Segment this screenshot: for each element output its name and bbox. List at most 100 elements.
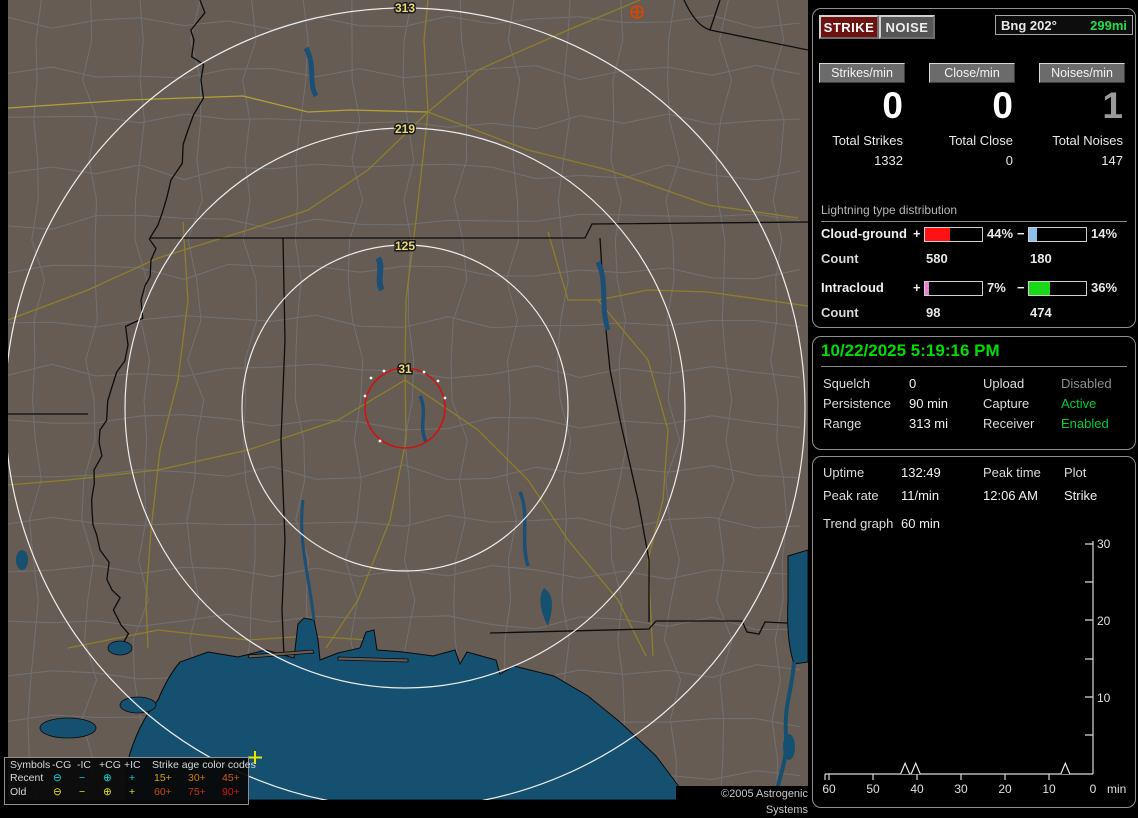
ic-minus-pct: 36% xyxy=(1091,280,1118,295)
copyright-text: ©2005 Astrogenic Systems xyxy=(676,786,811,816)
receiver-label: Receiver xyxy=(983,416,1035,431)
trend-peaks xyxy=(900,761,1071,775)
cg-minus-bar xyxy=(1028,227,1087,242)
ring-label-219: 219 xyxy=(395,122,415,136)
neg-ic-old-icon: − xyxy=(79,786,86,798)
persistence-value: 90 min xyxy=(909,396,949,411)
upload-label: Upload xyxy=(983,376,1025,391)
total-noises-label: Total Noises xyxy=(1052,133,1123,148)
noises-per-min-value: 1 xyxy=(1102,85,1123,126)
strikes-per-min-button[interactable]: Strikes/min xyxy=(819,63,905,83)
strike-mode-button[interactable]: STRIKE xyxy=(819,15,879,39)
xtick-30: 30 xyxy=(954,782,968,796)
capture-status: Active xyxy=(1061,396,1097,411)
range-label: Range xyxy=(823,416,862,431)
strikes-per-min-value: 0 xyxy=(882,85,903,126)
total-close-value: 0 xyxy=(1005,153,1013,168)
neg-ic-recent-icon: − xyxy=(79,772,86,784)
plus-sign: + xyxy=(913,226,921,241)
bearing-readout: Bng 202° 299mi xyxy=(995,15,1133,35)
intracloud-label: Intracloud xyxy=(821,280,884,295)
age-90: 90+ xyxy=(222,786,240,798)
ring-label-31: 31 xyxy=(398,362,412,376)
bearing-value: Bng 202° xyxy=(1001,17,1057,33)
capture-label: Capture xyxy=(983,396,1030,411)
age-75: 75+ xyxy=(188,786,206,798)
pos-ic-old-icon: + xyxy=(129,786,136,798)
ytick-30: 30 xyxy=(1097,537,1111,551)
ic-minus-bar xyxy=(1028,281,1087,296)
bearing-distance: 299mi xyxy=(1090,17,1127,33)
map-legend: Symbols -CG -IC +CG +IC Strike age color… xyxy=(4,757,256,805)
noise-mode-button[interactable]: NOISE xyxy=(879,15,935,39)
close-per-min-value: 0 xyxy=(992,85,1013,126)
total-strikes-label: Total Strikes xyxy=(832,133,903,148)
datetime-display: 10/22/2025 5:19:16 PM xyxy=(821,341,1127,367)
squelch-label: Squelch xyxy=(823,376,870,391)
total-close-label: Total Close xyxy=(948,133,1013,148)
distribution-title: Lightning type distribution xyxy=(821,203,1127,222)
cg-plus-pct: 44% xyxy=(987,226,1014,241)
upload-status: Disabled xyxy=(1061,376,1112,391)
strike-symbol-cg-old xyxy=(630,5,644,19)
legend-age-header: Strike age color codes xyxy=(152,759,256,771)
ring-label-125: 125 xyxy=(395,239,415,253)
total-noises-value: 147 xyxy=(1101,153,1123,168)
age-45: 45+ xyxy=(222,772,240,784)
map-canvas[interactable]: 313 219 125 31 xyxy=(8,0,808,800)
legend-col-neg-ic: -IC xyxy=(77,759,91,771)
xtick-20: 20 xyxy=(998,782,1012,796)
ic-minus-count: 474 xyxy=(1030,305,1052,320)
close-per-min-button[interactable]: Close/min xyxy=(929,63,1015,83)
cloud-ground-label: Cloud-ground xyxy=(821,226,907,241)
trend-axes xyxy=(824,541,1094,780)
legend-col-neg-cg: -CG xyxy=(52,759,72,771)
cg-minus-pct: 14% xyxy=(1091,226,1118,241)
xtick-40: 40 xyxy=(910,782,924,796)
legend-symbols-header: Symbols xyxy=(10,759,51,771)
age-30: 30+ xyxy=(188,772,206,784)
ic-count-label: Count xyxy=(821,305,859,320)
legend-col-pos-ic: +IC xyxy=(124,759,141,771)
cg-plus-bar xyxy=(924,227,983,242)
persistence-label: Persistence xyxy=(823,396,891,411)
cg-count-label: Count xyxy=(821,251,859,266)
trend-panel: Uptime 132:49 Peak time Plot Peak rate 1… xyxy=(812,456,1136,808)
age-60: 60+ xyxy=(154,786,172,798)
pos-ic-recent-icon: + xyxy=(129,772,136,784)
pos-cg-old-icon: ⊕ xyxy=(103,786,112,798)
minus-sign: − xyxy=(1017,280,1025,295)
cg-plus-count: 580 xyxy=(926,251,948,266)
range-value: 313 mi xyxy=(909,416,949,431)
trend-tick-labels: 30 20 10 60 50 40 30 20 10 0 min xyxy=(822,537,1126,796)
ic-plus-count: 98 xyxy=(926,305,941,320)
legend-row-recent-label: Recent xyxy=(10,772,44,784)
xtick-10: 10 xyxy=(1042,782,1056,796)
ic-plus-bar xyxy=(924,281,983,296)
pos-cg-recent-icon: ⊕ xyxy=(103,772,112,784)
neg-cg-recent-icon: ⊖ xyxy=(53,772,62,784)
legend-col-pos-cg: +CG xyxy=(99,759,121,771)
ytick-20: 20 xyxy=(1097,614,1111,628)
xtick-0: 0 xyxy=(1090,782,1097,796)
ring-label-313: 313 xyxy=(395,1,415,15)
noises-per-min-button[interactable]: Noises/min xyxy=(1039,63,1125,83)
status-panel: 10/22/2025 5:19:16 PM Squelch 0 Persiste… xyxy=(812,336,1136,450)
x-unit-label: min xyxy=(1107,782,1126,796)
minus-sign: − xyxy=(1017,226,1025,241)
age-15: 15+ xyxy=(154,772,172,784)
plus-sign: + xyxy=(913,280,921,295)
trend-graph: 30 20 10 60 50 40 30 20 10 0 min xyxy=(822,537,1126,796)
xtick-60: 60 xyxy=(822,782,836,796)
map-svg: 313 219 125 31 xyxy=(8,0,808,800)
cg-minus-count: 180 xyxy=(1030,251,1052,266)
ytick-10: 10 xyxy=(1097,691,1111,705)
neg-cg-old-icon: ⊖ xyxy=(53,786,62,798)
xtick-50: 50 xyxy=(866,782,880,796)
receiver-status: Enabled xyxy=(1061,416,1109,431)
ic-plus-pct: 7% xyxy=(987,280,1006,295)
legend-row-old-label: Old xyxy=(10,786,27,798)
total-strikes-value: 1332 xyxy=(874,153,903,168)
strike-stats-panel: STRIKE NOISE Bng 202° 299mi Strikes/min … xyxy=(812,8,1136,328)
squelch-value: 0 xyxy=(909,376,917,391)
